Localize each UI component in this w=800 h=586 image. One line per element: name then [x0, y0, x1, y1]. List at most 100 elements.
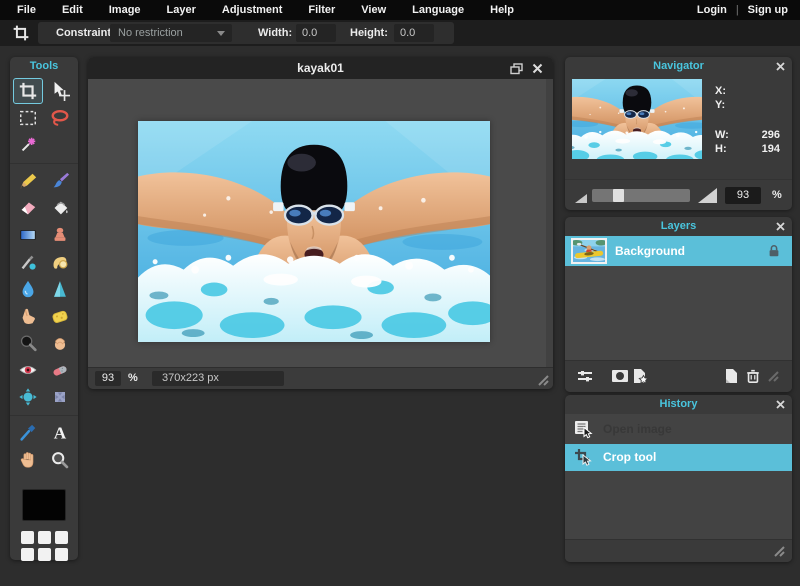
foreground-color-swatch[interactable] [22, 489, 66, 521]
menu-edit[interactable]: Edit [49, 0, 96, 20]
tool-pencil-button[interactable] [13, 168, 43, 194]
constraint-label: Constraint: [56, 27, 115, 39]
constraint-dropdown[interactable]: No restriction [110, 24, 232, 42]
tool-picker-button[interactable] [13, 420, 43, 446]
tool-sharpen-button[interactable] [45, 276, 75, 302]
dodge-icon [20, 335, 37, 352]
signup-link[interactable]: Sign up [748, 4, 788, 16]
crop-icon [574, 448, 593, 467]
menu-layer[interactable]: Layer [154, 0, 209, 20]
zoom-level-box[interactable]: 93 [95, 371, 121, 386]
document-title-bar[interactable]: kayak01 [88, 57, 553, 79]
close-icon [532, 63, 543, 74]
document-canvas[interactable] [88, 79, 553, 368]
tool-heal-button[interactable] [45, 357, 75, 383]
resize-grip-icon [768, 371, 779, 382]
navigator-zoom-value-box[interactable]: 93 [725, 187, 761, 204]
clone-icon [54, 227, 66, 241]
preset-square[interactable] [20, 531, 34, 544]
tool-zoom-button[interactable] [45, 447, 75, 473]
layer-settings-button[interactable] [576, 368, 594, 384]
tool-dodge-button[interactable] [13, 330, 43, 356]
zoom-in-triangle-icon[interactable] [698, 188, 717, 203]
tool-clone-button[interactable] [45, 222, 75, 248]
resize-grip-icon [774, 546, 785, 557]
layers-title: Layers [660, 220, 697, 232]
layers-close-button[interactable] [776, 222, 785, 231]
h-value: 194 [761, 143, 780, 155]
tool-bucket-button[interactable] [45, 195, 75, 221]
layers-list: Background [565, 236, 792, 361]
preset-square[interactable] [37, 531, 51, 544]
layer-thumbnail[interactable] [571, 238, 607, 264]
tool-draw-button[interactable] [45, 249, 75, 275]
tool-smudge-button[interactable] [13, 303, 43, 329]
tool-sponge-button[interactable] [45, 303, 75, 329]
zoom-slider-handle[interactable] [613, 189, 624, 202]
x-label: X: [715, 85, 726, 97]
tool-marquee-button[interactable] [13, 105, 43, 131]
tools-grid: A [10, 76, 78, 475]
new-layer-button[interactable] [723, 368, 739, 384]
smudge-icon [22, 308, 35, 324]
lock-icon[interactable] [767, 243, 781, 259]
color-replace-icon [21, 255, 36, 270]
width-field[interactable]: 0.0 [296, 24, 336, 42]
tool-brush-button[interactable] [45, 168, 75, 194]
resize-grip-icon [538, 375, 549, 386]
canvas-image-swimmer[interactable] [138, 121, 490, 342]
tool-wand-button[interactable] [13, 132, 43, 158]
tool-crop-button[interactable] [13, 78, 43, 104]
height-field[interactable]: 0.0 [394, 24, 434, 42]
zoom-slider[interactable] [592, 189, 690, 202]
blur-icon [22, 280, 34, 298]
tool-blur-button[interactable] [13, 276, 43, 302]
hand-icon [20, 452, 34, 468]
zoom-out-triangle-icon[interactable] [575, 194, 587, 203]
menu-help[interactable]: Help [477, 0, 527, 20]
layer-row-background[interactable]: Background [565, 236, 792, 266]
preset-square[interactable] [37, 548, 51, 561]
history-close-button[interactable] [776, 400, 785, 409]
preset-square[interactable] [54, 548, 68, 561]
add-layer-mask-button[interactable] [611, 368, 629, 384]
tool-move-button[interactable] [45, 78, 75, 104]
history-item-crop-tool[interactable]: Crop tool [565, 444, 792, 471]
tool-gradient-button[interactable] [13, 222, 43, 248]
history-resize-grip[interactable] [774, 546, 785, 557]
layer-name: Background [615, 244, 686, 258]
preset-square[interactable] [54, 531, 68, 544]
preset-square[interactable] [20, 548, 34, 561]
tool-pinch-button[interactable] [45, 384, 75, 410]
window-resize-grip[interactable] [538, 375, 549, 386]
document-status-bar: 93 % 370x223 px [88, 367, 553, 389]
menu-view[interactable]: View [348, 0, 399, 20]
tool-burn-button[interactable] [45, 330, 75, 356]
navigator-zoom-row: 93 % [565, 179, 792, 211]
history-item-label: Crop tool [603, 450, 657, 464]
layers-resize-grip[interactable] [768, 371, 779, 382]
window-close-button[interactable] [532, 63, 543, 74]
menu-language[interactable]: Language [399, 0, 477, 20]
tool-color-replace-button[interactable] [13, 249, 43, 275]
tool-bloat-button[interactable] [13, 384, 43, 410]
tool-hand-button[interactable] [13, 447, 43, 473]
layer-style-button[interactable] [631, 368, 649, 384]
history-item-open-image[interactable]: Open image [565, 416, 792, 443]
menu-filter[interactable]: Filter [295, 0, 348, 20]
login-link[interactable]: Login [697, 4, 727, 16]
navigator-thumbnail[interactable] [572, 79, 702, 159]
delete-layer-button[interactable] [745, 368, 761, 384]
tool-lasso-button[interactable] [45, 105, 75, 131]
navigator-close-button[interactable] [776, 62, 785, 71]
tool-type-button[interactable]: A [45, 420, 75, 446]
history-panel: History Open image Crop tool [565, 395, 792, 562]
window-restore-button[interactable] [510, 63, 523, 75]
tool-eraser-button[interactable] [13, 195, 43, 221]
menu-file[interactable]: File [4, 0, 49, 20]
menu-adjustment[interactable]: Adjustment [209, 0, 296, 20]
menu-image[interactable]: Image [96, 0, 154, 20]
type-icon: A [54, 423, 67, 442]
layers-panel: Layers Background [565, 217, 792, 392]
tool-red-eye-button[interactable] [13, 357, 43, 383]
